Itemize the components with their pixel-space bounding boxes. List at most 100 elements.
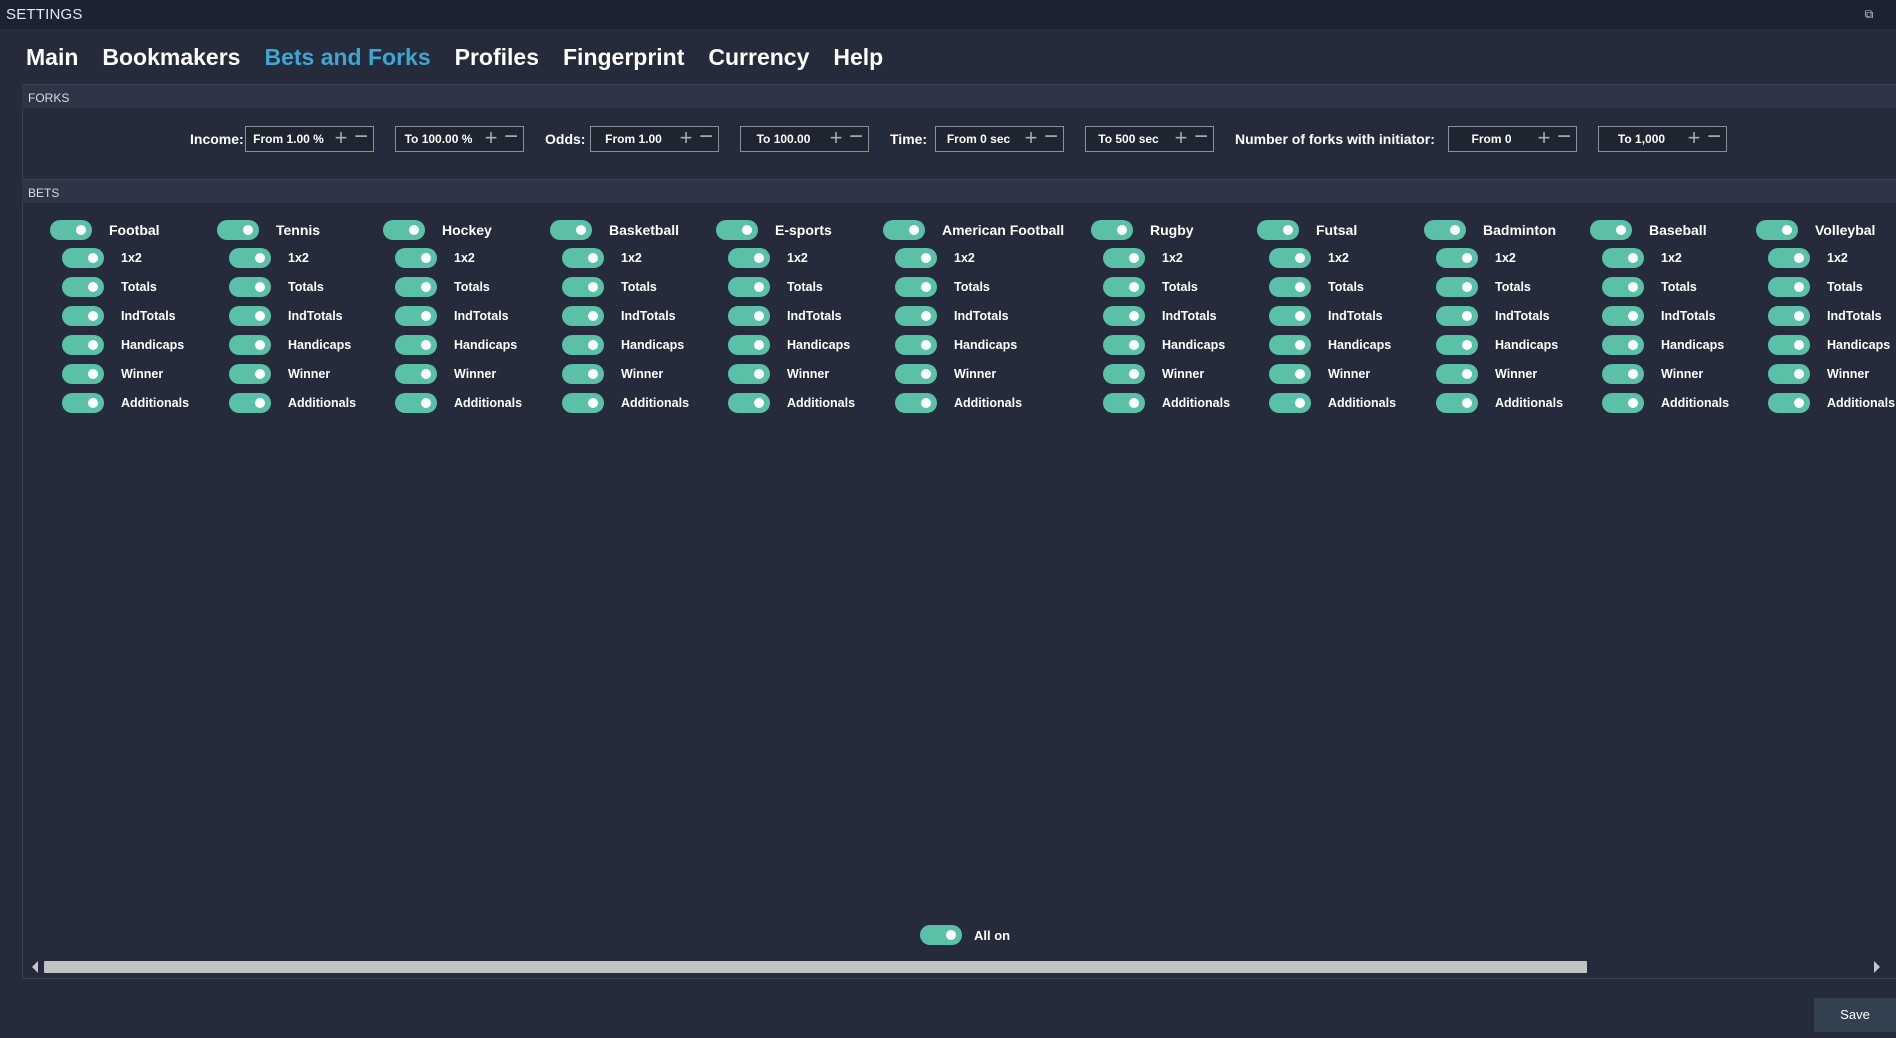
bet-type-toggle[interactable]	[229, 364, 271, 384]
minus-icon[interactable]: −	[1041, 125, 1061, 151]
bet-type-toggle[interactable]	[395, 364, 437, 384]
bet-type-toggle[interactable]	[1602, 248, 1644, 268]
bet-type-toggle[interactable]	[1269, 335, 1311, 355]
odds-from-value[interactable]: From 1.00	[591, 132, 676, 146]
bet-type-toggle[interactable]	[1103, 393, 1145, 413]
minus-icon[interactable]: −	[1191, 125, 1211, 151]
bet-type-toggle[interactable]	[1269, 277, 1311, 297]
sport-toggle[interactable]	[50, 220, 92, 240]
bet-type-toggle[interactable]	[728, 248, 770, 268]
initiator-to-stepper[interactable]: To 1,000 + −	[1598, 125, 1727, 152]
bet-type-toggle[interactable]	[562, 248, 604, 268]
save-button[interactable]: Save	[1814, 998, 1896, 1032]
time-from-value[interactable]: From 0 sec	[936, 132, 1021, 146]
plus-icon[interactable]: +	[481, 127, 501, 151]
plus-icon[interactable]: +	[331, 127, 351, 151]
bet-type-toggle[interactable]	[1602, 335, 1644, 355]
sport-toggle[interactable]	[1091, 220, 1133, 240]
tab-help[interactable]: Help	[833, 44, 883, 71]
time-to-stepper[interactable]: To 500 sec + −	[1085, 125, 1214, 152]
bet-type-toggle[interactable]	[895, 393, 937, 413]
bet-type-toggle[interactable]	[895, 306, 937, 326]
bet-type-toggle[interactable]	[1768, 306, 1810, 326]
bet-type-toggle[interactable]	[1602, 393, 1644, 413]
bet-type-toggle[interactable]	[62, 335, 104, 355]
sport-toggle[interactable]	[550, 220, 592, 240]
odds-to-value[interactable]: To 100.00	[741, 132, 826, 146]
bet-type-toggle[interactable]	[1103, 248, 1145, 268]
plus-icon[interactable]: +	[1684, 127, 1704, 151]
restore-icon[interactable]: ⧉	[1862, 7, 1876, 21]
time-from-stepper[interactable]: From 0 sec + −	[935, 125, 1064, 152]
bet-type-toggle[interactable]	[395, 306, 437, 326]
all-on-toggle[interactable]	[920, 925, 962, 945]
bet-type-toggle[interactable]	[1768, 335, 1810, 355]
bet-type-toggle[interactable]	[895, 248, 937, 268]
bet-type-toggle[interactable]	[1768, 393, 1810, 413]
bet-type-toggle[interactable]	[62, 277, 104, 297]
bet-type-toggle[interactable]	[1602, 306, 1644, 326]
odds-to-stepper[interactable]: To 100.00 + −	[740, 125, 869, 152]
sport-toggle[interactable]	[217, 220, 259, 240]
bet-type-toggle[interactable]	[1768, 248, 1810, 268]
initiator-to-value[interactable]: To 1,000	[1599, 132, 1684, 146]
plus-icon[interactable]: +	[676, 127, 696, 151]
odds-from-stepper[interactable]: From 1.00 + −	[590, 125, 719, 152]
plus-icon[interactable]: +	[1021, 127, 1041, 151]
tab-currency[interactable]: Currency	[708, 44, 809, 71]
sport-toggle[interactable]	[883, 220, 925, 240]
bet-type-toggle[interactable]	[62, 364, 104, 384]
bet-type-toggle[interactable]	[728, 277, 770, 297]
sport-toggle[interactable]	[1756, 220, 1798, 240]
horizontal-scrollbar[interactable]	[30, 958, 1888, 976]
bet-type-toggle[interactable]	[229, 335, 271, 355]
bet-type-toggle[interactable]	[895, 364, 937, 384]
bet-type-toggle[interactable]	[1602, 364, 1644, 384]
bet-type-toggle[interactable]	[395, 335, 437, 355]
bet-type-toggle[interactable]	[62, 393, 104, 413]
minus-icon[interactable]: −	[351, 125, 371, 151]
scroll-left-icon[interactable]	[32, 961, 38, 973]
bet-type-toggle[interactable]	[562, 277, 604, 297]
tab-bookmakers[interactable]: Bookmakers	[102, 44, 240, 71]
bet-type-toggle[interactable]	[562, 335, 604, 355]
bet-type-toggle[interactable]	[229, 248, 271, 268]
bet-type-toggle[interactable]	[1436, 248, 1478, 268]
income-from-stepper[interactable]: From 1.00 % + −	[245, 125, 374, 152]
initiator-from-value[interactable]: From 0	[1449, 132, 1534, 146]
minus-icon[interactable]: −	[846, 125, 866, 151]
bet-type-toggle[interactable]	[562, 393, 604, 413]
sport-toggle[interactable]	[1590, 220, 1632, 240]
sport-toggle[interactable]	[716, 220, 758, 240]
bet-type-toggle[interactable]	[62, 248, 104, 268]
bet-type-toggle[interactable]	[1103, 306, 1145, 326]
plus-icon[interactable]: +	[1534, 127, 1554, 151]
bet-type-toggle[interactable]	[395, 248, 437, 268]
tab-fingerprint[interactable]: Fingerprint	[563, 44, 684, 71]
income-to-value[interactable]: To 100.00 %	[396, 132, 481, 146]
bet-type-toggle[interactable]	[1436, 277, 1478, 297]
bet-type-toggle[interactable]	[1768, 364, 1810, 384]
bet-type-toggle[interactable]	[728, 306, 770, 326]
minus-icon[interactable]: −	[1554, 125, 1574, 151]
bet-type-toggle[interactable]	[1768, 277, 1810, 297]
scroll-right-icon[interactable]	[1874, 961, 1880, 973]
bet-type-toggle[interactable]	[395, 393, 437, 413]
tab-bets-and-forks[interactable]: Bets and Forks	[264, 44, 430, 71]
bet-type-toggle[interactable]	[229, 277, 271, 297]
scrollbar-thumb[interactable]	[44, 961, 1587, 973]
bet-type-toggle[interactable]	[1436, 335, 1478, 355]
tab-main[interactable]: Main	[26, 44, 78, 71]
bet-type-toggle[interactable]	[1436, 306, 1478, 326]
income-from-value[interactable]: From 1.00 %	[246, 132, 331, 146]
bet-type-toggle[interactable]	[1269, 248, 1311, 268]
minus-icon[interactable]: −	[1704, 125, 1724, 151]
bet-type-toggle[interactable]	[728, 335, 770, 355]
sport-toggle[interactable]	[1424, 220, 1466, 240]
sport-toggle[interactable]	[1257, 220, 1299, 240]
tab-profiles[interactable]: Profiles	[455, 44, 539, 71]
bet-type-toggle[interactable]	[1269, 393, 1311, 413]
plus-icon[interactable]: +	[826, 127, 846, 151]
bet-type-toggle[interactable]	[229, 306, 271, 326]
bet-type-toggle[interactable]	[895, 277, 937, 297]
